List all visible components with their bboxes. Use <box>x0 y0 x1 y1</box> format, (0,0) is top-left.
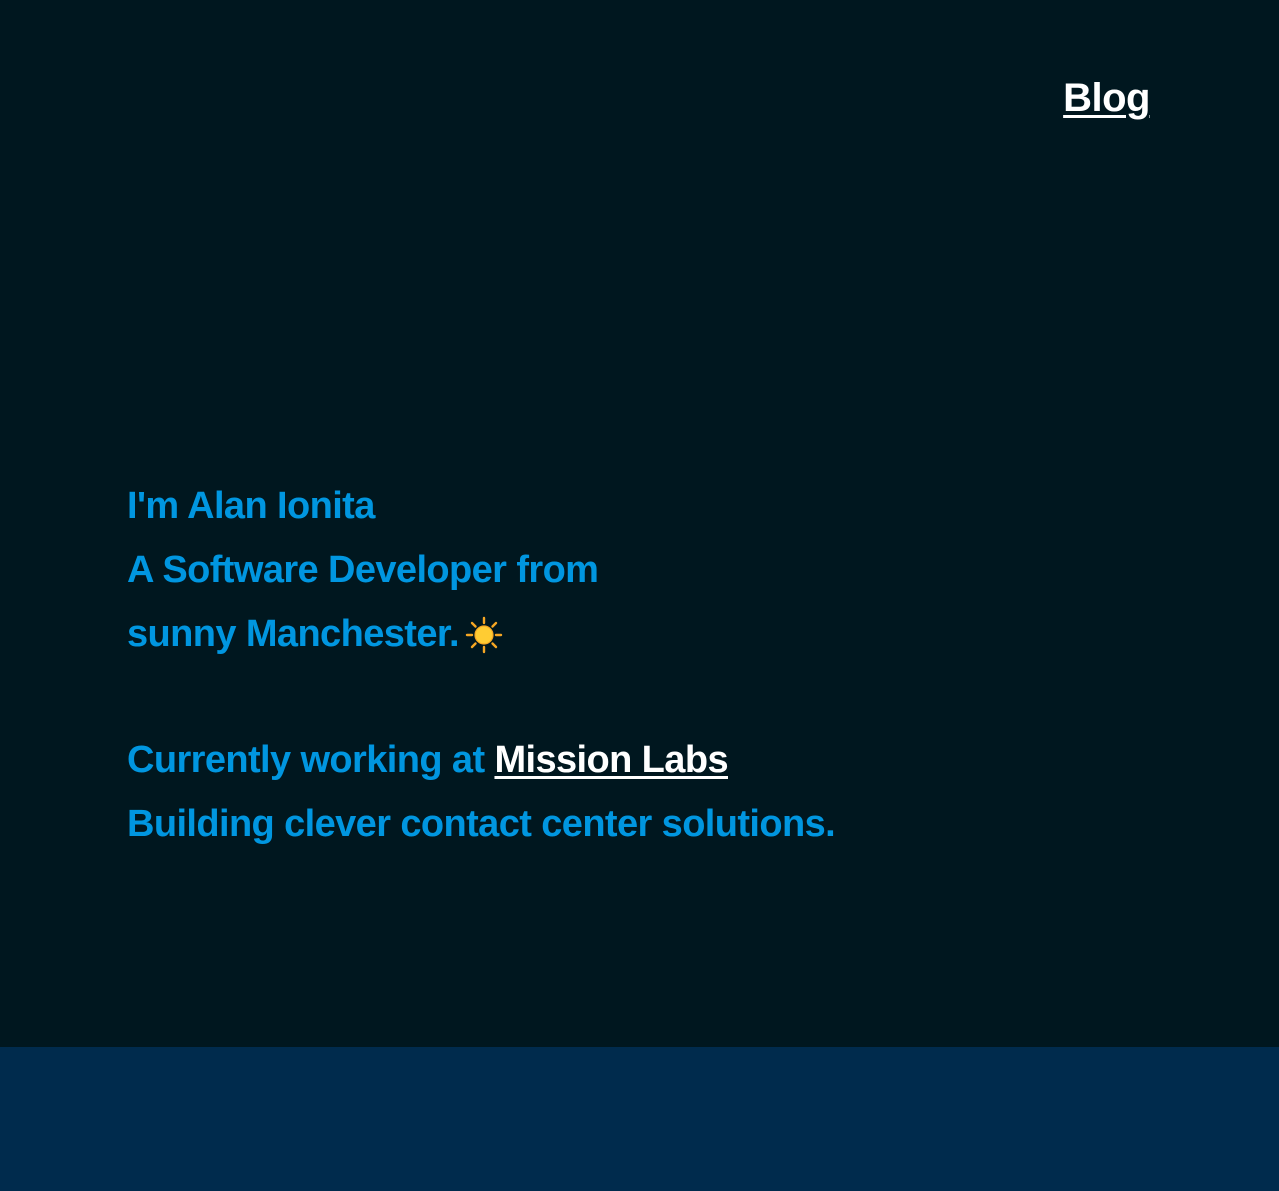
footer <box>0 1047 1279 1191</box>
main-section: Blog I'm Alan Ionita A Software Develope… <box>0 0 1279 1047</box>
intro-location-text: sunny Manchester. <box>127 613 460 655</box>
blog-link[interactable]: Blog <box>1063 76 1150 121</box>
intro-work-description: Building clever contact center solutions… <box>127 803 836 845</box>
sun-icon <box>465 616 503 654</box>
intro-role: A Software Developer from <box>127 549 599 591</box>
mission-labs-link[interactable]: Mission Labs <box>494 739 728 781</box>
intro-name: I'm Alan Ionita <box>127 485 375 527</box>
intro-spacer <box>127 666 1127 728</box>
intro-work: Currently working at Mission Labs <box>127 728 1127 792</box>
intro-location: sunny Manchester. <box>127 602 1127 666</box>
intro-text: I'm Alan Ionita A Software Developer fro… <box>127 474 1127 856</box>
intro-work-prefix: Currently working at <box>127 739 495 781</box>
